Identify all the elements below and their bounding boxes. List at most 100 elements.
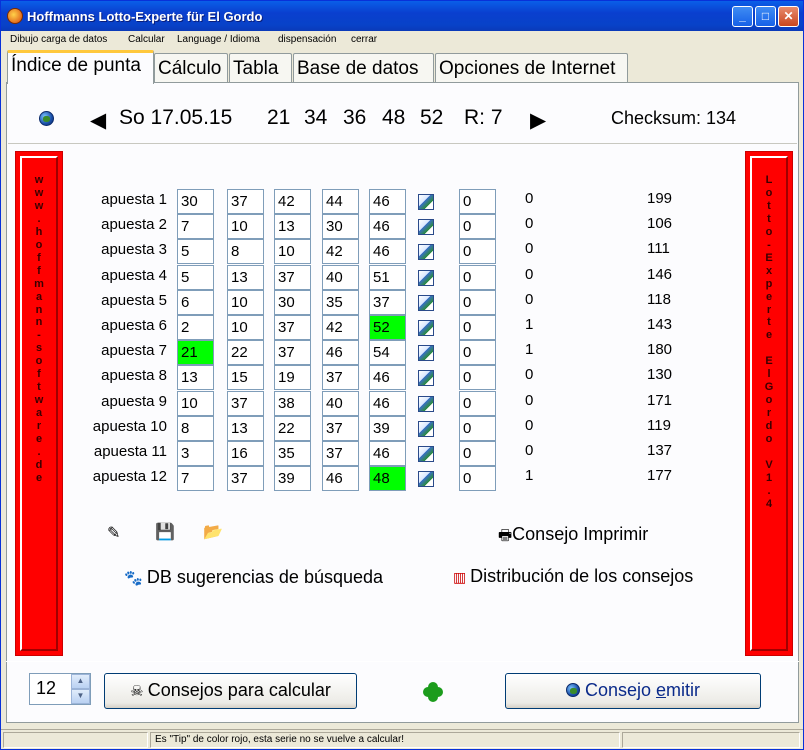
bet-number-field[interactable]: 37: [227, 189, 264, 214]
close-button[interactable]: ✕: [778, 6, 799, 27]
bet-number-field[interactable]: 7: [177, 214, 214, 240]
bet-extra-field[interactable]: 0: [459, 239, 496, 265]
bet-number-field[interactable]: 30: [322, 214, 359, 240]
bet-number-field[interactable]: 46: [322, 340, 359, 366]
bet-number-field[interactable]: 46: [369, 365, 406, 391]
bet-number-field[interactable]: 35: [322, 289, 359, 315]
bet-number-field[interactable]: 3: [177, 441, 214, 466]
bet-number-field[interactable]: 54: [369, 340, 406, 366]
bet-number-field[interactable]: 39: [274, 466, 311, 492]
edit-icon[interactable]: ✎: [107, 523, 120, 543]
bet-number-field[interactable]: 8: [227, 239, 264, 265]
left-website-banner[interactable]: www.hoffmann-software.de: [15, 151, 63, 656]
bet-number-field[interactable]: 22: [274, 415, 311, 441]
emit-tip-button[interactable]: Consejo emitir: [505, 673, 761, 709]
bet-extra-field[interactable]: 0: [459, 415, 496, 441]
bet-extra-field[interactable]: 0: [459, 390, 496, 416]
bet-number-field[interactable]: 46: [369, 189, 406, 214]
bet-number-field[interactable]: 39: [369, 415, 406, 441]
bet-number-field[interactable]: 5: [177, 264, 214, 290]
bet-number-field[interactable]: 46: [369, 390, 406, 416]
bet-number-field[interactable]: 7: [177, 466, 214, 492]
maximize-button[interactable]: □: [755, 6, 776, 27]
ticket-icon[interactable]: [418, 446, 434, 462]
bet-number-field[interactable]: 10: [177, 390, 214, 416]
bet-extra-field[interactable]: 0: [459, 189, 496, 214]
ticket-icon[interactable]: [418, 294, 434, 311]
prev-arrow-icon[interactable]: ◀: [90, 108, 106, 133]
bet-number-field[interactable]: 30: [177, 189, 214, 214]
bet-number-field[interactable]: 46: [322, 466, 359, 492]
bet-extra-field[interactable]: 0: [459, 441, 496, 466]
bet-number-field[interactable]: 21: [177, 340, 214, 366]
menu-dibujo[interactable]: Dibujo carga de datos: [10, 34, 107, 45]
bet-number-field[interactable]: 13: [227, 415, 264, 441]
bet-number-field[interactable]: 6: [177, 289, 214, 315]
bet-number-field[interactable]: 46: [369, 441, 406, 466]
bet-number-field[interactable]: 15: [227, 365, 264, 391]
bet-number-field[interactable]: 10: [227, 315, 264, 340]
bet-number-field[interactable]: 40: [322, 390, 359, 416]
bet-number-field[interactable]: 5: [177, 239, 214, 265]
bet-number-field[interactable]: 44: [322, 189, 359, 214]
menu-dispensacion[interactable]: dispensación: [278, 34, 336, 45]
bet-number-field[interactable]: 30: [274, 289, 311, 315]
bet-number-field[interactable]: 13: [274, 214, 311, 240]
tab-base-de-datos[interactable]: Base de datos: [293, 53, 434, 83]
menu-cerrar[interactable]: cerrar: [351, 34, 377, 45]
bet-number-field[interactable]: 10: [227, 214, 264, 240]
bet-number-field[interactable]: 22: [227, 340, 264, 366]
stepper-down-button[interactable]: ▼: [71, 689, 90, 704]
bet-extra-field[interactable]: 0: [459, 365, 496, 391]
bet-extra-field[interactable]: 0: [459, 264, 496, 290]
bet-number-field[interactable]: 42: [322, 315, 359, 340]
title-bar[interactable]: Hoffmanns Lotto-Experte für El Gordo _ □…: [1, 1, 803, 31]
bet-number-field[interactable]: 51: [369, 264, 406, 290]
bet-number-field[interactable]: 8: [177, 415, 214, 441]
bet-number-field[interactable]: 13: [177, 365, 214, 391]
bet-number-field[interactable]: 10: [274, 239, 311, 265]
bet-number-field[interactable]: 35: [274, 441, 311, 466]
bet-extra-field[interactable]: 0: [459, 214, 496, 240]
ticket-icon[interactable]: [418, 370, 434, 387]
tab-calculo[interactable]: Cálculo: [154, 53, 228, 83]
bet-number-field[interactable]: 2: [177, 315, 214, 340]
menu-calcular[interactable]: Calcular: [128, 34, 165, 45]
bet-number-field[interactable]: 10: [227, 289, 264, 315]
globe-icon[interactable]: [39, 108, 54, 132]
bet-number-field[interactable]: 48: [369, 466, 406, 492]
bet-number-field[interactable]: 37: [227, 390, 264, 416]
save-icon[interactable]: 💾: [155, 522, 175, 542]
next-arrow-icon[interactable]: ▶: [530, 108, 546, 133]
bet-number-field[interactable]: 52: [369, 315, 406, 340]
bet-number-field[interactable]: 37: [322, 441, 359, 466]
stepper-up-button[interactable]: ▲: [71, 674, 90, 689]
bet-number-field[interactable]: 40: [322, 264, 359, 290]
ticket-icon[interactable]: [418, 320, 434, 336]
bet-number-field[interactable]: 16: [227, 441, 264, 466]
bet-extra-field[interactable]: 0: [459, 289, 496, 315]
calculate-tips-button[interactable]: ☠ Consejos para calcular: [104, 673, 357, 709]
bet-number-field[interactable]: 37: [322, 415, 359, 441]
bet-number-field[interactable]: 42: [322, 239, 359, 265]
bet-number-field[interactable]: 42: [274, 189, 311, 214]
bet-number-field[interactable]: 13: [227, 264, 264, 290]
distribution-link[interactable]: ▥ Distribución de los consejos: [453, 566, 693, 587]
ticket-icon[interactable]: [418, 219, 434, 236]
bet-number-field[interactable]: 19: [274, 365, 311, 391]
menu-language[interactable]: Language / Idioma: [177, 34, 260, 45]
bet-number-field[interactable]: 37: [369, 289, 406, 315]
ticket-icon[interactable]: [418, 471, 434, 488]
tab-indice-de-punta[interactable]: Índice de punta: [7, 50, 154, 84]
bet-number-field[interactable]: 37: [274, 340, 311, 366]
print-tips-link[interactable]: 🖶Consejo Imprimir: [498, 524, 648, 550]
tab-opciones-internet[interactable]: Opciones de Internet: [435, 53, 628, 83]
bet-number-field[interactable]: 37: [274, 264, 311, 290]
ticket-icon[interactable]: [418, 269, 434, 286]
bet-extra-field[interactable]: 0: [459, 340, 496, 366]
bet-number-field[interactable]: 38: [274, 390, 311, 416]
bet-number-field[interactable]: 37: [274, 315, 311, 340]
open-folder-icon[interactable]: 📂: [203, 522, 223, 542]
tab-tabla[interactable]: Tabla: [229, 53, 292, 83]
bet-extra-field[interactable]: 0: [459, 466, 496, 492]
